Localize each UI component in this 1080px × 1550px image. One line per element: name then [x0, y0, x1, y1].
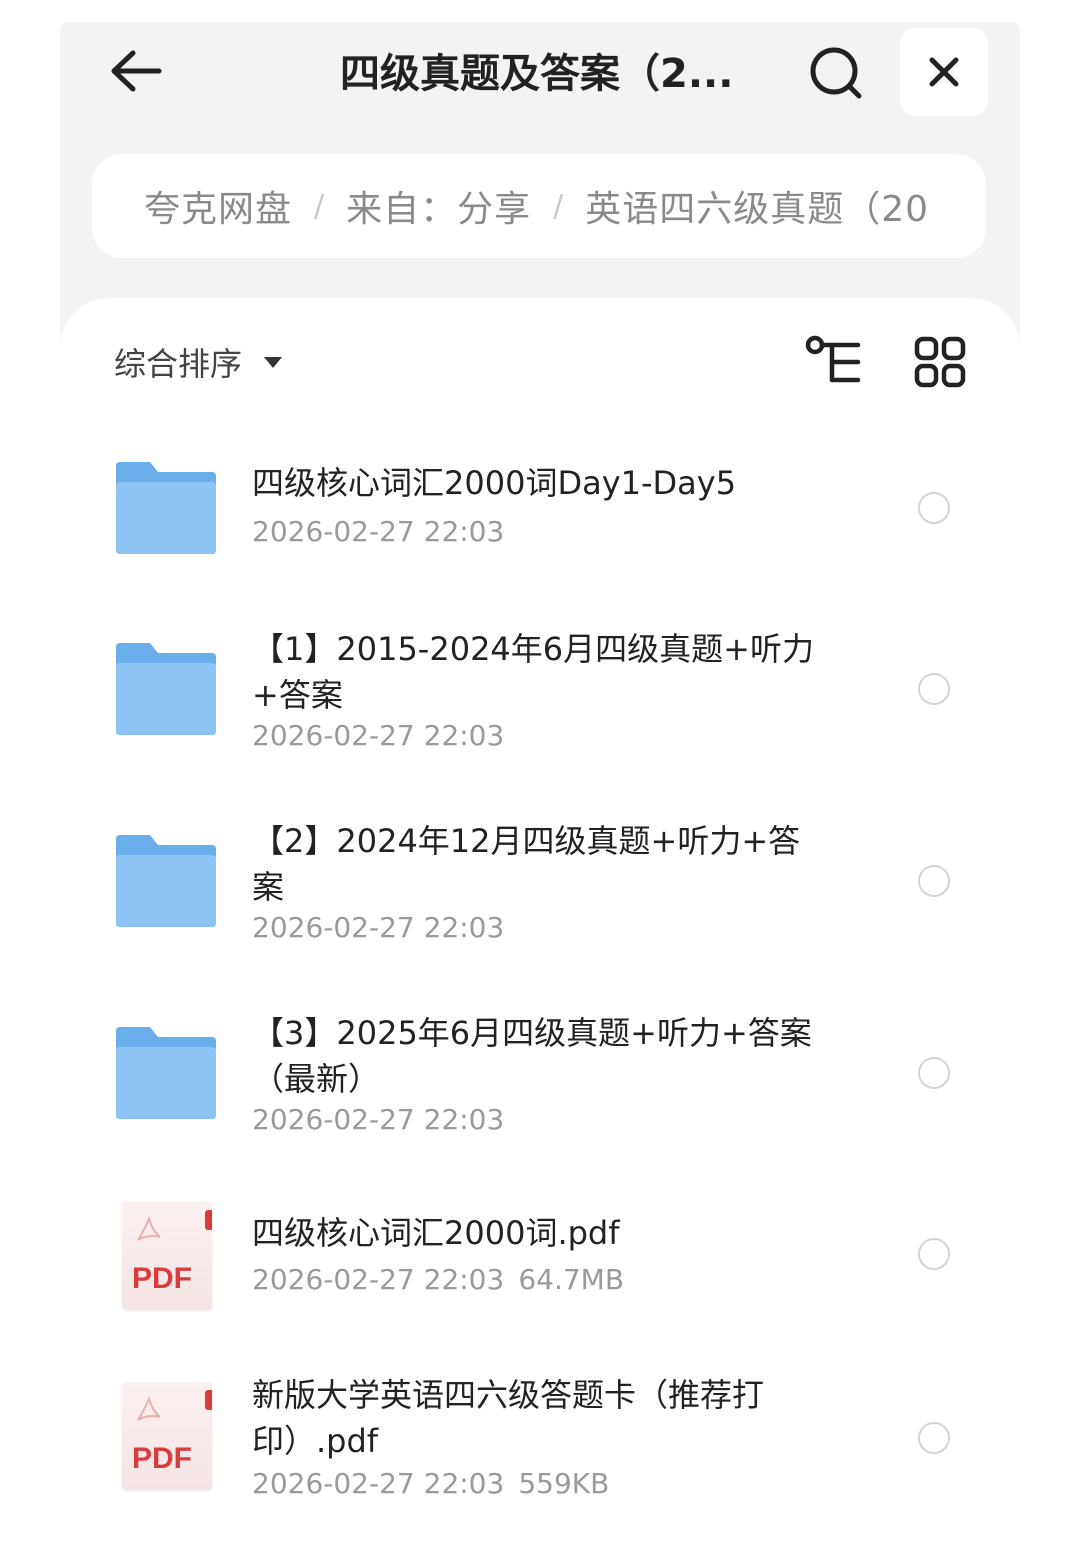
page-title: 四级真题及答案（2... [340, 51, 734, 97]
file-name: 【2】2024年12月四级真题+听力+答案 [252, 822, 801, 906]
file-date: 2026-02-27 22:03 [252, 719, 505, 752]
file-size: 64.7MB [518, 1263, 625, 1296]
acrobat-icon [137, 1396, 161, 1421]
select-checkbox[interactable] [918, 1422, 950, 1454]
caret-down-icon [264, 356, 283, 368]
file-date: 2026-02-27 22:03 [252, 515, 505, 548]
sort-dropdown[interactable]: 综合排序 [114, 338, 283, 386]
arrow-left-icon [111, 50, 162, 92]
pdf-label: PDF [132, 1442, 192, 1475]
breadcrumb-separator: / [314, 188, 325, 224]
close-icon [929, 57, 959, 87]
pdf-tab [205, 1390, 212, 1410]
list-item-pdf[interactable]: PDF 四级核心词汇2000词.pdf 2026-02-27 22:03 64.7… [60, 1198, 1020, 1318]
close-button[interactable] [900, 28, 988, 116]
folder-icon [116, 462, 216, 554]
pdf-label: PDF [132, 1262, 192, 1295]
breadcrumb-separator: / [553, 188, 564, 224]
breadcrumb: 夸克网盘 / 来自：分享 / 英语四六级真题（20 [92, 154, 986, 258]
file-meta: 2026-02-27 22:03 [252, 716, 504, 756]
select-checkbox[interactable] [918, 1238, 950, 1270]
pdf-file-icon: PDF [122, 1202, 212, 1310]
pdf-tab [205, 1210, 212, 1230]
grid-view-button[interactable] [914, 336, 966, 388]
file-meta: 2026-02-27 22:03 [252, 908, 504, 948]
file-name: 四级核心词汇2000词.pdf [252, 1214, 620, 1252]
grid-view-icon [914, 336, 966, 388]
select-checkbox[interactable] [918, 673, 950, 705]
tree-view-button[interactable] [804, 334, 864, 390]
file-list-panel: 综合排序 四级核心词汇2000词Day1-Day5 2026-02-27 22:… [60, 298, 1020, 1550]
file-size: 559KB [518, 1467, 610, 1500]
folder-icon [116, 643, 216, 735]
select-checkbox[interactable] [918, 492, 950, 524]
breadcrumb-item-current[interactable]: 英语四六级真题（20 [585, 180, 929, 232]
pdf-file-icon: PDF [122, 1382, 212, 1490]
folder-icon [116, 835, 216, 927]
file-meta: 2026-02-27 22:03 [252, 1100, 504, 1140]
file-name: 新版大学英语四六级答题卡（推荐打印）.pdf [252, 1376, 765, 1460]
folder-icon [116, 1027, 216, 1119]
file-date: 2026-02-27 22:03 [252, 1103, 505, 1136]
list-item-folder[interactable]: 【1】2015-2024年6月四级真题+听力+答案 2026-02-27 22:… [60, 626, 1020, 766]
list-item-pdf[interactable]: PDF 新版大学英语四六级答题卡（推荐打印）.pdf 2026-02-27 22… [60, 1372, 1020, 1512]
search-button[interactable] [798, 38, 874, 108]
file-name: 【1】2015-2024年6月四级真题+听力+答案 [252, 630, 814, 714]
file-meta: 2026-02-27 22:03 [252, 512, 504, 552]
sort-label: 综合排序 [114, 345, 243, 383]
list-item-folder[interactable]: 【2】2024年12月四级真题+听力+答案 2026-02-27 22:03 [60, 818, 1020, 958]
breadcrumb-item-share[interactable]: 来自：分享 [346, 180, 531, 232]
file-meta: 2026-02-27 22:03 559KB [252, 1464, 609, 1504]
file-date: 2026-02-27 22:03 [252, 911, 505, 944]
breadcrumb-item-root[interactable]: 夸克网盘 [144, 180, 292, 232]
file-name: 【3】2025年6月四级真题+听力+答案（最新） [252, 1014, 812, 1098]
select-checkbox[interactable] [918, 865, 950, 897]
select-checkbox[interactable] [918, 1057, 950, 1089]
acrobat-icon [137, 1216, 161, 1241]
list-item-folder[interactable]: 【3】2025年6月四级真题+听力+答案（最新） 2026-02-27 22:0… [60, 1010, 1020, 1150]
file-meta: 2026-02-27 22:03 64.7MB [252, 1260, 624, 1300]
back-button[interactable] [96, 36, 176, 106]
top-bar: 四级真题及答案（2... [60, 22, 1020, 122]
tree-view-icon [805, 335, 861, 383]
file-date: 2026-02-27 22:03 [252, 1263, 505, 1296]
file-date: 2026-02-27 22:03 [252, 1467, 505, 1500]
search-icon [810, 47, 862, 99]
file-name: 四级核心词汇2000词Day1-Day5 [252, 464, 737, 502]
list-item-folder[interactable]: 四级核心词汇2000词Day1-Day5 2026-02-27 22:03 [60, 448, 1020, 578]
